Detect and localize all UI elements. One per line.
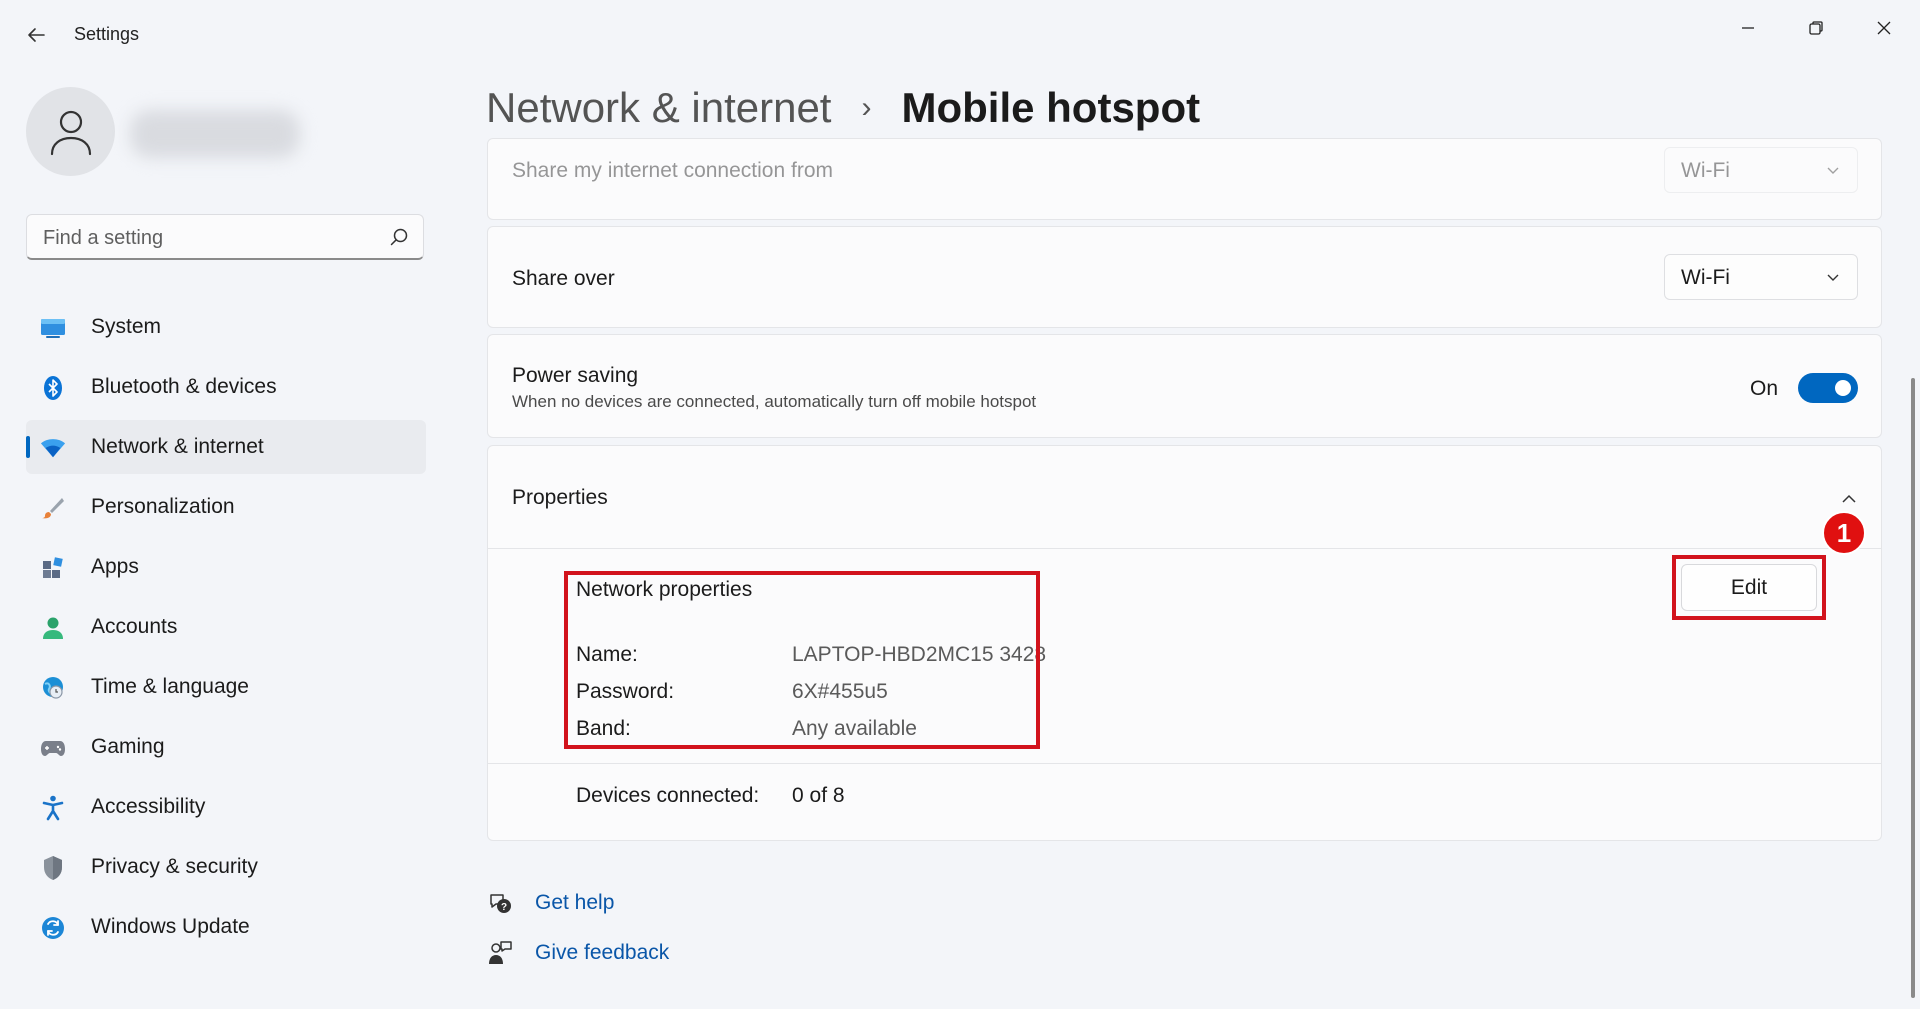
apps-icon [40,555,66,581]
share-connection-dropdown[interactable]: Wi-Fi [1664,147,1858,193]
toggle-knob [1835,380,1851,396]
sidebar-item-label: Apps [91,555,139,578]
sidebar-item-label: Personalization [91,495,235,518]
sidebar-item-label: Bluetooth & devices [91,375,277,398]
devices-connected-value: 0 of 8 [792,784,845,807]
power-saving-card: Power saving When no devices are connect… [487,334,1882,438]
sidebar-item-bluetooth[interactable]: Bluetooth & devices [26,360,426,414]
power-saving-toggle[interactable] [1798,373,1858,403]
shield-icon [40,855,66,881]
step-number-badge: 1 [1822,511,1866,555]
minimize-icon [1742,27,1754,29]
devices-connected-label: Devices connected: [576,784,760,807]
scrollbar-thumb[interactable] [1911,378,1915,998]
bluetooth-icon [40,375,66,401]
close-icon [1877,21,1891,35]
sidebar-item-label: Accessibility [91,795,206,818]
sidebar-item-network[interactable]: Network & internet [26,420,426,474]
person-icon [40,615,66,641]
update-icon [40,915,66,941]
search-input[interactable] [41,215,375,261]
display-icon [40,315,66,341]
restore-icon [1809,21,1823,35]
minimize-button[interactable] [1718,8,1778,48]
user-name-blurred [130,110,300,158]
sidebar-item-label: Gaming [91,735,165,758]
share-over-dropdown[interactable]: Wi-Fi [1664,254,1858,300]
person-icon [50,110,91,155]
maximize-button[interactable] [1786,8,1846,48]
share-over-card: Share over Wi-Fi [487,226,1882,328]
help-chat-icon: ? [490,894,511,913]
chevron-up-icon[interactable] [1840,490,1858,508]
share-over-label: Share over [512,267,615,290]
sidebar-item-accounts[interactable]: Accounts [26,600,426,654]
breadcrumb-parent[interactable]: Network & internet [486,84,831,132]
sidebar-item-gaming[interactable]: Gaming [26,720,426,774]
sidebar-item-system[interactable]: System [26,300,426,354]
divider [488,763,1881,764]
title-bar: Settings [0,0,1920,70]
sidebar-item-accessibility[interactable]: Accessibility [26,780,426,834]
sidebar-nav: System Bluetooth & devices Network & int… [26,300,426,960]
wifi-icon [40,435,66,461]
sidebar-item-label: System [91,315,162,338]
user-avatar[interactable] [26,87,115,176]
chevron-down-icon [1827,274,1839,281]
sidebar-item-time-language[interactable]: Time & language [26,660,426,714]
brush-icon [40,495,66,521]
breadcrumb: Network & internet › Mobile hotspot [486,84,1200,132]
search-icon [390,228,408,246]
sidebar-item-privacy-security[interactable]: Privacy & security [26,840,426,894]
sidebar-item-label: Network & internet [91,435,264,458]
get-help-label[interactable]: Get help [535,891,614,915]
share-connection-card: Share my internet connection from Wi-Fi [487,138,1882,220]
toggle-state-label: On [1750,377,1779,400]
dropdown-value: Wi-Fi [1681,266,1730,289]
edit-button[interactable]: Edit [1681,564,1817,611]
sidebar-item-label: Time & language [91,675,249,698]
back-arrow-icon [28,28,45,42]
sidebar-item-apps[interactable]: Apps [26,540,426,594]
power-saving-description: When no devices are connected, automatic… [512,392,1037,411]
give-feedback-link[interactable]: Give feedback [487,940,669,966]
search-box[interactable] [26,214,424,261]
share-connection-label: Share my internet connection from [512,159,833,182]
power-saving-label: Power saving [512,364,639,387]
gamepad-icon [40,735,66,761]
properties-label: Properties [512,486,608,509]
feedback-icon [489,941,512,964]
give-feedback-label[interactable]: Give feedback [535,941,669,965]
network-properties-highlight [564,571,1040,749]
back-button[interactable] [20,18,52,52]
close-button[interactable] [1854,8,1914,48]
sidebar-item-windows-update[interactable]: Windows Update [26,900,426,954]
globe-clock-icon [40,675,66,701]
divider [488,548,1881,549]
get-help-link[interactable]: ? Get help [487,890,614,916]
sidebar-item-label: Windows Update [91,915,250,938]
sidebar-item-label: Privacy & security [91,855,258,878]
page-title: Mobile hotspot [901,84,1201,131]
sidebar-item-personalization[interactable]: Personalization [26,480,426,534]
breadcrumb-separator: › [861,91,872,124]
app-title: Settings [74,24,140,44]
sidebar-item-label: Accounts [91,615,178,638]
accessibility-icon [40,795,66,821]
chevron-down-icon [1827,167,1839,174]
svg-text:?: ? [501,902,507,913]
dropdown-value: Wi-Fi [1681,159,1730,182]
